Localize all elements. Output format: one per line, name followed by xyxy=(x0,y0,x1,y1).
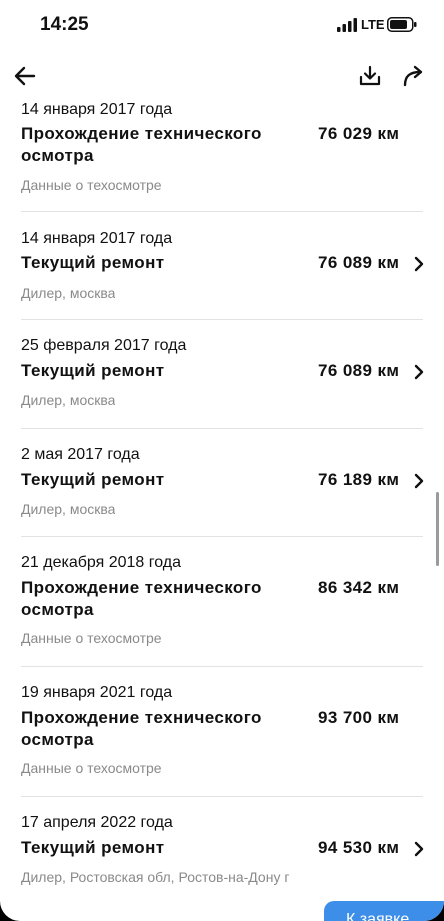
status-bar: 14:25 LTE xyxy=(0,0,444,50)
network-label: LTE xyxy=(361,17,385,32)
chevron-right-icon xyxy=(414,256,424,272)
arrow-left-icon xyxy=(14,66,36,86)
record-title: Прохождение технического осмотра xyxy=(21,708,262,749)
record-subtitle: Дилер, москва xyxy=(21,285,116,301)
record-subtitle: Дилер, Ростовская обл, Ростов-на-Дону г xyxy=(21,869,290,885)
record-mileage: 86 342 км xyxy=(318,578,400,597)
share-button[interactable] xyxy=(399,61,429,91)
share-arrow-icon xyxy=(403,65,423,87)
record-title: Текущий ремонт xyxy=(21,470,165,489)
chevron-right-icon xyxy=(414,841,424,857)
record-subtitle: Данные о техосмотре xyxy=(21,177,162,193)
list-item: 21 декабря 2018 года Прохождение техниче… xyxy=(21,537,423,667)
list-item: 19 января 2021 года Прохождение техничес… xyxy=(21,667,423,797)
record-subtitle: Дилер, москва xyxy=(21,501,116,517)
record-mileage: 76 029 км xyxy=(318,124,400,143)
record-date: 17 апреля 2022 года xyxy=(21,814,173,831)
status-time: 14:25 xyxy=(40,14,89,35)
list-item[interactable]: 14 января 2017 года Текущий ремонт 76 08… xyxy=(21,212,424,320)
battery-icon xyxy=(387,17,417,32)
record-title: Прохождение технического осмотра xyxy=(21,578,262,619)
record-date: 25 февраля 2017 года xyxy=(21,337,187,354)
record-title: Прохождение технического осмотра xyxy=(21,124,262,165)
record-date: 19 января 2021 года xyxy=(21,684,173,701)
service-history-list: 14 января 2017 года Прохождение техничес… xyxy=(21,98,424,907)
record-title: Текущий ремонт xyxy=(21,838,165,857)
record-mileage: 76 089 км xyxy=(318,361,400,380)
list-item[interactable]: 25 февраля 2017 года Текущий ремонт 76 0… xyxy=(21,320,424,429)
list-item[interactable]: 2 мая 2017 года Текущий ремонт 76 189 км… xyxy=(21,429,424,537)
download-icon xyxy=(359,65,381,86)
record-date: 2 мая 2017 года xyxy=(21,446,140,463)
screen: 14:25 LTE 14 января 2017 года Прохождени… xyxy=(0,0,444,921)
record-title: Текущий ремонт xyxy=(21,361,165,380)
signal-icon xyxy=(337,18,357,32)
download-button[interactable] xyxy=(355,61,385,91)
record-mileage: 93 700 км xyxy=(318,708,400,727)
scrollbar[interactable] xyxy=(436,492,439,566)
list-item[interactable]: 17 апреля 2022 года Текущий ремонт 94 53… xyxy=(21,797,424,907)
toolbar xyxy=(0,55,444,99)
record-mileage: 94 530 км xyxy=(318,838,400,857)
chevron-right-icon xyxy=(414,364,424,380)
record-date: 14 января 2017 года xyxy=(21,230,173,247)
record-date: 14 января 2017 года xyxy=(21,101,173,118)
chevron-right-icon xyxy=(414,473,424,489)
back-button[interactable] xyxy=(10,61,40,91)
record-mileage: 76 189 км xyxy=(318,470,400,489)
record-mileage: 76 089 км xyxy=(318,253,400,272)
record-subtitle: Дилер, москва xyxy=(21,392,116,408)
record-title: Текущий ремонт xyxy=(21,253,165,272)
list-item: 14 января 2017 года Прохождение техничес… xyxy=(21,98,423,212)
record-date: 21 декабря 2018 года xyxy=(21,554,182,571)
request-button[interactable]: К заявке xyxy=(324,901,444,921)
record-subtitle: Данные о техосмотре xyxy=(21,630,162,646)
record-subtitle: Данные о техосмотре xyxy=(21,760,162,776)
